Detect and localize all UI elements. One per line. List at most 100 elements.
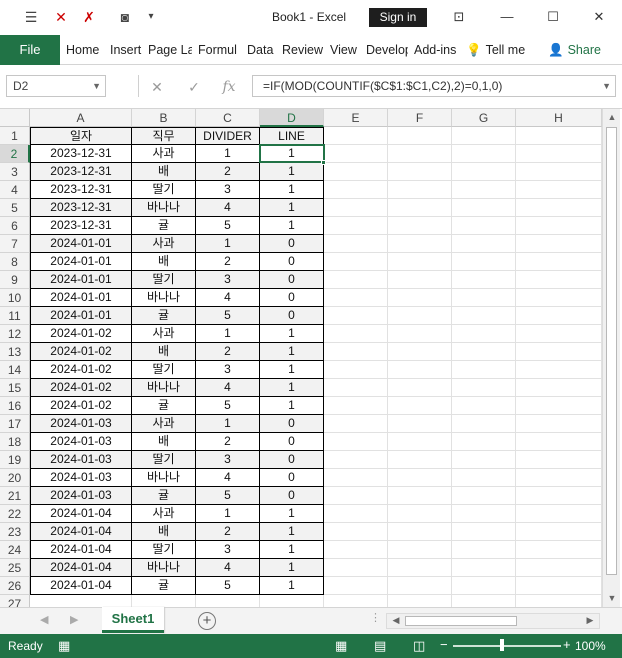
vertical-scroll-thumb[interactable] [606, 127, 617, 575]
tab-view[interactable]: View [330, 35, 358, 65]
maximize-icon[interactable]: ☐ [540, 6, 566, 28]
table-cell[interactable]: 딸기 [132, 541, 196, 559]
empty-cell[interactable] [388, 577, 452, 595]
table-cell[interactable]: 딸기 [132, 271, 196, 289]
table-cell[interactable]: 0 [260, 271, 324, 289]
empty-cell[interactable] [452, 541, 516, 559]
empty-cell[interactable] [324, 487, 388, 505]
empty-cell[interactable] [452, 289, 516, 307]
table-cell[interactable]: 2023-12-31 [30, 181, 132, 199]
table-cell[interactable]: 3 [196, 361, 260, 379]
empty-cell[interactable] [452, 325, 516, 343]
empty-cell[interactable] [452, 469, 516, 487]
page-layout-view-icon[interactable]: ▤ [374, 638, 386, 654]
table-cell[interactable]: 바나나 [132, 559, 196, 577]
empty-cell[interactable] [452, 505, 516, 523]
row-header-15[interactable]: 15 [0, 379, 30, 397]
row-header-6[interactable]: 6 [0, 217, 30, 235]
table-cell[interactable]: 1 [260, 217, 324, 235]
empty-cell[interactable] [516, 577, 602, 595]
close-icon[interactable]: ✕ [586, 6, 612, 28]
table-cell[interactable]: 1 [196, 415, 260, 433]
empty-cell[interactable] [516, 415, 602, 433]
empty-cell[interactable] [324, 541, 388, 559]
table-cell[interactable]: 2 [196, 523, 260, 541]
table-cell[interactable]: 귤 [132, 487, 196, 505]
zoom-in-icon[interactable]: + [563, 637, 571, 652]
empty-cell[interactable] [452, 487, 516, 505]
empty-cell[interactable] [388, 541, 452, 559]
empty-cell[interactable] [324, 145, 388, 163]
row-header-3[interactable]: 3 [0, 163, 30, 181]
empty-cell[interactable] [324, 559, 388, 577]
row-header-21[interactable]: 21 [0, 487, 30, 505]
column-header-a[interactable]: A [30, 109, 132, 127]
empty-cell[interactable] [516, 523, 602, 541]
empty-cell[interactable] [516, 217, 602, 235]
table-cell[interactable]: 0 [260, 451, 324, 469]
table-cell[interactable]: 1 [260, 379, 324, 397]
row-header-12[interactable]: 12 [0, 325, 30, 343]
table-cell[interactable]: 1 [260, 397, 324, 415]
horizontal-scrollbar[interactable]: ◀ ▶ [386, 613, 600, 629]
empty-cell[interactable] [452, 199, 516, 217]
table-cell[interactable]: 2024-01-03 [30, 415, 132, 433]
column-header-c[interactable]: C [196, 109, 260, 127]
empty-cell[interactable] [388, 451, 452, 469]
table-cell[interactable]: 1 [260, 343, 324, 361]
vertical-scrollbar[interactable]: ▲ ▼ [602, 109, 620, 607]
tab-add-ins[interactable]: Add-ins [414, 35, 456, 65]
table-cell[interactable]: 2023-12-31 [30, 199, 132, 217]
table-cell[interactable]: 2024-01-01 [30, 307, 132, 325]
tab-data[interactable]: Data [247, 35, 274, 65]
table-cell[interactable]: 4 [196, 469, 260, 487]
table-cell[interactable]: 1 [260, 325, 324, 343]
empty-cell[interactable] [452, 343, 516, 361]
table-cell[interactable]: 배 [132, 253, 196, 271]
table-cell[interactable]: 5 [196, 487, 260, 505]
empty-cell[interactable] [324, 397, 388, 415]
macro-record-icon[interactable]: ▦ [58, 638, 70, 654]
table-cell[interactable]: 2024-01-01 [30, 235, 132, 253]
table-cell[interactable]: 2024-01-02 [30, 379, 132, 397]
row-header-20[interactable]: 20 [0, 469, 30, 487]
cancel-icon[interactable]: ✕ [145, 77, 169, 97]
empty-cell[interactable] [452, 415, 516, 433]
empty-cell[interactable] [452, 379, 516, 397]
empty-cell[interactable] [388, 505, 452, 523]
table-cell[interactable]: 2024-01-02 [30, 397, 132, 415]
table-cell[interactable]: 사과 [132, 505, 196, 523]
row-header-10[interactable]: 10 [0, 289, 30, 307]
scroll-left-icon[interactable]: ◀ [387, 615, 405, 626]
column-header-b[interactable]: B [132, 109, 196, 127]
next-sheet-icon[interactable]: ▶ [70, 613, 78, 626]
empty-cell[interactable] [324, 433, 388, 451]
empty-cell[interactable] [388, 415, 452, 433]
table-cell[interactable]: 바나나 [132, 199, 196, 217]
table-cell[interactable]: 2024-01-03 [30, 469, 132, 487]
column-title-cell[interactable]: DIVIDER [196, 127, 260, 145]
table-cell[interactable]: 2024-01-01 [30, 289, 132, 307]
empty-cell[interactable] [516, 253, 602, 271]
table-cell[interactable]: 배 [132, 343, 196, 361]
empty-cell[interactable] [452, 127, 516, 145]
zoom-level[interactable]: 100% [575, 639, 606, 653]
table-cell[interactable]: 2024-01-04 [30, 505, 132, 523]
camera-icon[interactable]: ◙ [116, 9, 134, 25]
empty-cell[interactable] [516, 343, 602, 361]
enter-icon[interactable]: ✓ [182, 77, 206, 97]
table-cell[interactable]: 5 [196, 577, 260, 595]
empty-cell[interactable] [324, 577, 388, 595]
scroll-up-icon[interactable]: ▲ [603, 112, 621, 122]
row-header-11[interactable]: 11 [0, 307, 30, 325]
table-cell[interactable]: 사과 [132, 325, 196, 343]
column-header-e[interactable]: E [324, 109, 388, 127]
table-cell[interactable]: 0 [260, 289, 324, 307]
tell-me-search[interactable]: 💡 Tell me [466, 35, 525, 65]
share-button[interactable]: 👤 Share [548, 35, 601, 65]
empty-cell[interactable] [324, 181, 388, 199]
table-cell[interactable]: 2 [196, 253, 260, 271]
table-cell[interactable]: 2024-01-04 [30, 577, 132, 595]
table-cell[interactable]: 0 [260, 253, 324, 271]
table-cell[interactable]: 귤 [132, 577, 196, 595]
